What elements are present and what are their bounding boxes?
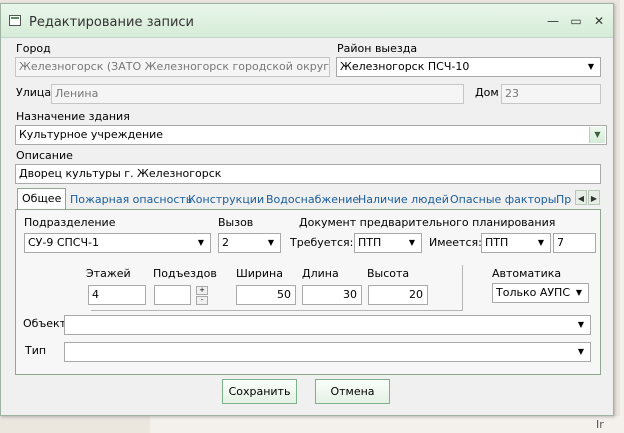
description-field[interactable]: Дворец культуры г. Железногорск [15,164,601,184]
call-select[interactable]: 2 ▼ [218,233,281,253]
map-road [620,0,624,433]
tab-scroll-left-icon[interactable]: ◀ [575,190,587,205]
type-label: Тип [25,344,47,357]
spin-up-icon[interactable]: + [196,286,208,295]
chevron-down-icon[interactable]: ▼ [533,235,549,251]
unit-label: Подразделение [24,216,116,229]
title-bar: Редактирование записи — ▭ ✕ [1,4,613,38]
height-field[interactable]: 20 [368,285,428,305]
description-label: Описание [16,149,73,162]
city-field[interactable]: Железногорск (ЗАТО Железногорск городско… [15,57,330,77]
cancel-button[interactable]: Отмена [315,379,390,404]
object-select[interactable]: ▼ [64,315,591,335]
maximize-button[interactable]: ▭ [567,12,585,30]
close-button[interactable]: ✕ [590,12,608,30]
street-label: Улица [16,86,52,99]
width-field[interactable]: 50 [236,285,296,305]
edit-record-dialog: Редактирование записи — ▭ ✕ Город Железн… [0,3,614,416]
chevron-down-icon[interactable]: ▼ [571,285,587,301]
entrances-label: Подъездов [153,267,217,280]
purpose-value: Культурное учреждение [19,128,164,141]
tab-fire-hazard[interactable]: Пожарная опасность [70,191,192,210]
save-button[interactable]: Сохранить [222,379,297,404]
chevron-down-icon[interactable]: ▼ [404,235,420,251]
chevron-down-icon[interactable]: ▼ [589,127,605,143]
chevron-down-icon[interactable]: ▼ [263,235,279,251]
house-label: Дом [475,86,499,99]
purpose-label: Назначение здания [16,110,130,123]
street-field[interactable]: Ленина [51,84,464,104]
tab-people[interactable]: Наличие людей [358,191,449,210]
length-label: Длина [302,267,339,280]
call-value: 2 [222,236,229,249]
floors-field[interactable]: 4 [88,285,146,305]
purpose-select[interactable]: Культурное учреждение ▼ [15,125,607,145]
map-road [150,416,620,433]
tab-constructions[interactable]: Конструкции [188,191,264,210]
floors-label: Этажей [86,267,131,280]
available-number-field[interactable]: 7 [553,233,596,253]
tab-hazard-factors[interactable]: Опасные факторы [450,191,556,210]
minimize-button[interactable]: — [544,12,562,30]
city-label: Город [16,42,51,55]
doc-label: Документ предварительного планирования [299,216,556,229]
entrances-field[interactable] [154,285,191,305]
unit-select[interactable]: СУ-9 СПСЧ-1 ▼ [24,233,211,253]
house-field[interactable]: 23 [501,84,601,104]
length-field[interactable]: 30 [302,285,362,305]
required-value: ПТП [358,236,382,249]
automation-label: Автоматика [492,267,562,280]
object-label: Объект [23,317,67,330]
window-app-icon [9,15,21,26]
window-title: Редактирование записи [29,15,195,30]
available-select[interactable]: ПТП ▼ [481,233,551,253]
required-label: Требуется: [290,236,354,249]
district-label: Район выезда [337,42,418,55]
call-label: Вызов [218,216,254,229]
tab-scroll-right-icon[interactable]: ▶ [588,190,600,205]
unit-value: СУ-9 СПСЧ-1 [28,236,99,249]
available-label: Имеется: [429,236,482,249]
district-select[interactable]: Железногорск ПСЧ-10 ▼ [336,57,601,77]
spin-down-icon[interactable]: - [196,296,208,305]
available-value: ПТП [485,236,509,249]
district-value: Железногорск ПСЧ-10 [340,60,470,73]
chevron-down-icon[interactable]: ▼ [193,235,209,251]
required-select[interactable]: ПТП ▼ [354,233,422,253]
chevron-down-icon[interactable]: ▼ [573,344,589,360]
chevron-down-icon[interactable]: ▼ [583,59,599,75]
tab-more[interactable]: Пр [556,191,571,210]
height-label: Высота [367,267,410,280]
tab-strip: Общее Пожарная опасность Конструкции Вод… [15,188,601,210]
automation-select[interactable]: Только АУПС ▼ [492,283,589,303]
tab-water-supply[interactable]: Водоснабжение [266,191,359,210]
type-select[interactable]: ▼ [64,342,591,362]
automation-value: Только АУПС [496,286,571,299]
width-label: Ширина [236,267,283,280]
tab-general[interactable]: Общее [17,188,67,210]
chevron-down-icon[interactable]: ▼ [573,317,589,333]
map-label: Ir [596,418,604,431]
tab-panel-general: Подразделение СУ-9 СПСЧ-1 ▼ Вызов 2 ▼ До… [15,209,601,375]
